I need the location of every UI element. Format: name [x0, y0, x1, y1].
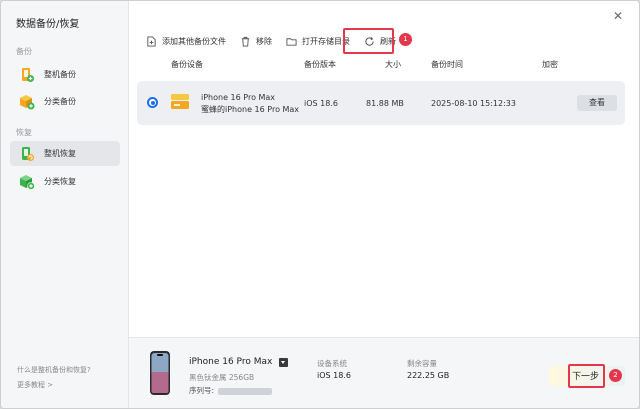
- row-device-name: iPhone 16 Pro Max: [201, 93, 276, 102]
- view-button[interactable]: 查看: [577, 95, 617, 111]
- serial-label: 序列号:: [189, 386, 215, 395]
- sidebar-item-label: 分类备份: [44, 97, 76, 106]
- add-backup-file-button[interactable]: 添加其他备份文件: [146, 35, 226, 47]
- col-device: 备份设备: [171, 60, 203, 69]
- full-restore-icon: [19, 146, 35, 162]
- serial-redacted: [218, 387, 273, 395]
- iphone-image: [150, 351, 170, 395]
- col-time: 备份时间: [431, 60, 463, 69]
- add-file-icon: [147, 35, 156, 47]
- sidebar-item-category-restore[interactable]: 分类恢复: [10, 169, 120, 194]
- col-size: 大小: [385, 60, 401, 69]
- help-link[interactable]: 什么是整机备份和恢复?: [17, 365, 91, 375]
- row-time: 2025-08-10 15:12:33: [431, 99, 516, 108]
- restore-section-label: 恢复: [16, 128, 32, 137]
- window-title: 数据备份/恢复: [16, 19, 80, 30]
- device-name: iPhone 16 Pro Max: [189, 357, 289, 367]
- row-size: 81.88 MB: [366, 99, 404, 108]
- category-backup-icon: [19, 94, 35, 110]
- device-serial: 序列号:: [189, 385, 273, 396]
- col-encrypt: 加密: [542, 60, 558, 69]
- trash-icon: [241, 36, 250, 47]
- device-dropdown-icon[interactable]: [279, 357, 289, 367]
- row-device-owner: 蜜蜂的iPhone 16 Pro Max: [201, 105, 300, 114]
- col-version: 备份版本: [304, 60, 336, 69]
- sidebar-item-full-backup[interactable]: 整机备份: [10, 62, 120, 87]
- backup-section-label: 备份: [16, 47, 32, 56]
- row-radio[interactable]: [147, 97, 158, 108]
- sidebar-item-label: 整机恢复: [44, 149, 76, 158]
- step-badge-2: 2: [609, 369, 622, 382]
- hard-drive-icon: [171, 94, 189, 109]
- folder-icon: [286, 37, 297, 46]
- sidebar-item-label: 分类恢复: [44, 177, 76, 186]
- more-tutorials-link[interactable]: 更多教程 >: [17, 380, 53, 390]
- system-value: iOS 18.6: [317, 371, 351, 380]
- device-color-storage: 黑色钛金属 256GB: [189, 373, 255, 382]
- close-icon[interactable]: ✕: [611, 9, 625, 23]
- row-version: iOS 18.6: [304, 99, 338, 108]
- add-backup-file-label: 添加其他备份文件: [162, 36, 226, 46]
- full-backup-icon: [19, 67, 35, 83]
- sidebar: 数据备份/恢复 备份 整机备份 分类备份 恢复 整机恢复 分类恢复 什么是整机备…: [1, 1, 129, 408]
- remove-button[interactable]: 移除: [240, 36, 272, 47]
- sidebar-item-category-backup[interactable]: 分类备份: [10, 89, 120, 114]
- sidebar-item-label: 整机备份: [44, 70, 76, 79]
- capacity-label: 剩余容量: [407, 359, 437, 368]
- capacity-value: 222.25 GB: [407, 371, 450, 380]
- device-panel: iPhone 16 Pro Max 黑色钛金属 256GB 序列号: 设备系统 …: [129, 337, 639, 408]
- table-header: 备份设备 备份版本 大小 备份时间 加密: [137, 59, 625, 73]
- backup-restore-dialog: 数据备份/恢复 备份 整机备份 分类备份 恢复 整机恢复 分类恢复 什么是整机备…: [0, 0, 640, 409]
- sidebar-item-full-restore[interactable]: 整机恢复: [10, 141, 120, 166]
- system-label: 设备系统: [317, 359, 347, 368]
- open-directory-button[interactable]: 打开存储目录: [286, 36, 350, 47]
- refresh-highlight-box: [343, 28, 394, 54]
- step-badge-1: 1: [399, 33, 412, 46]
- device-name-text: iPhone 16 Pro Max: [189, 357, 273, 367]
- next-highlight-box: [568, 364, 605, 388]
- category-restore-icon: [19, 174, 35, 190]
- remove-label: 移除: [256, 36, 272, 46]
- table-row[interactable]: iPhone 16 Pro Max 蜜蜂的iPhone 16 Pro Max i…: [137, 81, 625, 125]
